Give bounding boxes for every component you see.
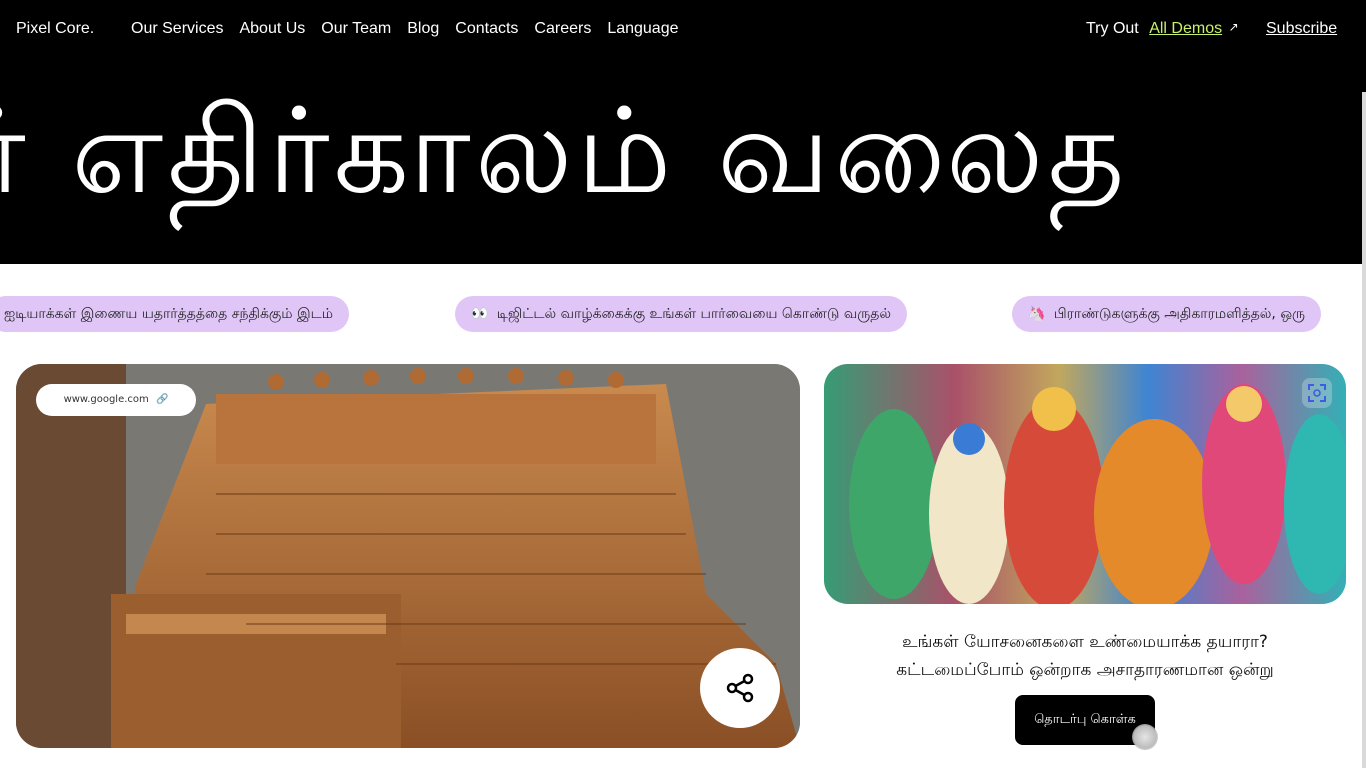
eyes-icon: 👀 <box>471 306 489 322</box>
marquee-pill-text: டிஜிட்டல் வாழ்க்கைக்கு உங்கள் பார்வையை க… <box>496 306 891 322</box>
deity-sculpture-image <box>824 364 1346 604</box>
nav-link-our-services[interactable]: Our Services <box>131 20 223 38</box>
all-demos-link[interactable]: All Demos <box>1149 20 1222 37</box>
brand-logo[interactable]: Pixel Core. <box>16 20 94 38</box>
deity-sculpture-art <box>824 364 1346 604</box>
share-icon <box>726 673 754 703</box>
temple-image-card <box>16 364 800 748</box>
try-demos: Try Out All Demos ↗ <box>1086 20 1239 38</box>
nav-link-careers[interactable]: Careers <box>534 20 591 38</box>
nav-link-language[interactable]: Language <box>607 20 678 38</box>
marquee-pill-text: ஐடியாக்கள் இணைய யதார்த்தத்தை சந்திக்கும்… <box>4 306 334 322</box>
cta-line-2: கட்டமைப்போம் ஒன்றாக அசாதாரணமான ஒன்று <box>896 660 1274 680</box>
tagline-marquee: ஐடியாக்கள் இணைய யதார்த்தத்தை சந்திக்கும்… <box>0 296 1366 332</box>
nav-link-our-team[interactable]: Our Team <box>321 20 391 38</box>
marquee-pill: ஐடியாக்கள் இணைய யதார்த்தத்தை சந்திக்கும்… <box>0 296 350 332</box>
top-navigation: Pixel Core. Our Services About Us Our Te… <box>0 0 1366 60</box>
hero-section: Pixel Core. Our Services About Us Our Te… <box>0 0 1366 264</box>
fullscreen-icon <box>1308 384 1326 402</box>
cta-message: உங்கள் யோசனைகளை உண்மையாக்க தயாரா? கட்டமை… <box>824 628 1346 684</box>
url-text: www.google.com <box>63 394 149 405</box>
scrollbar-track[interactable] <box>1366 0 1372 768</box>
link-icon: 🔗 <box>155 394 169 405</box>
marquee-pill: 👀 டிஜிட்டல் வாழ்க்கைக்கு உங்கள் பார்வையை… <box>455 296 907 332</box>
nav-link-about-us[interactable]: About Us <box>239 20 305 38</box>
share-button[interactable] <box>700 648 780 728</box>
temple-image <box>16 364 800 748</box>
external-arrow-icon: ↗ <box>1228 20 1239 34</box>
unicorn-icon: 🦄 <box>1028 306 1046 322</box>
nav-link-contacts[interactable]: Contacts <box>455 20 518 38</box>
fullscreen-button[interactable] <box>1302 378 1332 408</box>
mouse-cursor <box>1132 724 1158 750</box>
nav-links: Our Services About Us Our Team Blog Cont… <box>131 20 679 38</box>
try-out-label: Try Out <box>1086 20 1139 37</box>
url-chip[interactable]: www.google.com 🔗 <box>36 384 196 416</box>
marquee-pill: 🦄 பிராண்டுகளுக்கு அதிகாரமளித்தல், ஒரு <box>1012 296 1322 332</box>
subscribe-link[interactable]: Subscribe <box>1266 20 1337 38</box>
scrollbar-thumb[interactable] <box>1362 92 1366 768</box>
cta-line-1: உங்கள் யோசனைகளை உண்மையாக்க தயாரா? <box>902 632 1268 652</box>
hero-marquee-text: ர் எதிர்காலம் வலைத <box>0 82 1129 220</box>
marquee-pill-text: பிராண்டுகளுக்கு அதிகாரமளித்தல், ஒரு <box>1053 306 1306 322</box>
nav-link-blog[interactable]: Blog <box>407 20 439 38</box>
